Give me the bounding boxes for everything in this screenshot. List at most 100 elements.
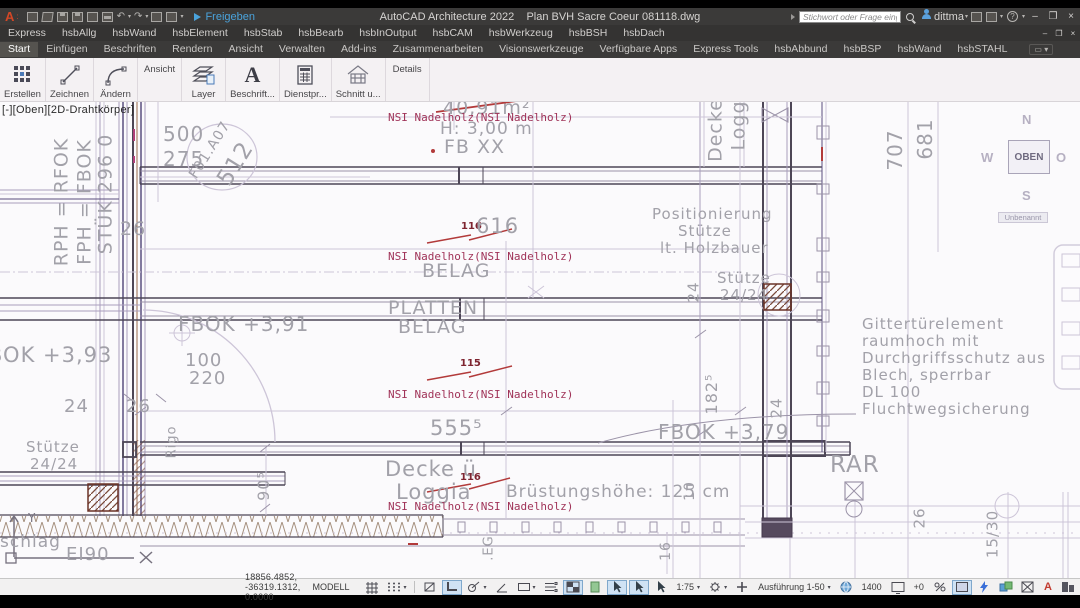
ribbon-panel-dienstpr[interactable]: Dienstpr...	[280, 58, 332, 101]
object-snap-tracking-toggle[interactable]: ▾	[514, 580, 539, 595]
ribbon-tab-hsbwand[interactable]: hsbWand	[889, 42, 949, 57]
viewcube-north[interactable]: N	[1022, 112, 1031, 127]
viewcube-layout-label[interactable]: Unbenannt	[998, 212, 1048, 223]
redo-caret-icon[interactable]: ▾	[145, 13, 148, 20]
snap-mode-toggle[interactable]: ▾	[384, 580, 409, 595]
ribbon-tab-express-tools[interactable]: Express Tools	[685, 42, 766, 57]
infer-constraints-toggle[interactable]	[420, 580, 440, 595]
polar-tracking-toggle[interactable]: ▾	[464, 580, 489, 595]
snap-tracking-toggle[interactable]	[541, 580, 561, 595]
model-space-button[interactable]: MODELL	[309, 580, 352, 595]
save-as-icon[interactable]	[72, 12, 83, 22]
viewcube-south[interactable]: S	[1022, 188, 1031, 203]
user-avatar-icon[interactable]	[922, 14, 931, 19]
menu-tab-hsbinoutput[interactable]: hsbInOutput	[351, 27, 424, 39]
viewcube-east[interactable]: O	[1056, 150, 1066, 165]
hardware-acceleration-toggle[interactable]	[952, 580, 972, 595]
doc-minimize-button[interactable]: –	[1038, 29, 1052, 38]
doc-restore-button[interactable]: ❐	[1052, 29, 1066, 38]
search-flyout-icon[interactable]	[791, 14, 795, 20]
annotation-visibility-toggle[interactable]: ▾	[705, 580, 730, 595]
user-caret-icon[interactable]: ▾	[965, 13, 968, 20]
ribbon-tab-beschriften[interactable]: Beschriften	[96, 42, 165, 57]
menu-tab-hsballg[interactable]: hsbAllg	[54, 27, 104, 39]
menu-tab-hsbelement[interactable]: hsbElement	[164, 27, 235, 39]
share-button[interactable]: Freigeben	[194, 11, 255, 23]
isolate-objects-button[interactable]: +0	[910, 580, 928, 595]
menu-tab-express[interactable]: Express	[0, 27, 54, 39]
dynamic-ucs-toggle[interactable]	[651, 580, 671, 595]
object-snap-toggle[interactable]	[563, 580, 583, 595]
color-theme-button[interactable]	[996, 580, 1016, 595]
undo-icon[interactable]: ↶	[117, 11, 125, 22]
ribbon-panel-ansicht[interactable]: Ansicht	[138, 58, 182, 101]
a360-caret-icon[interactable]: ▾	[1000, 13, 1003, 20]
ribbon-panel-ändern[interactable]: Ändern	[94, 58, 138, 101]
ribbon-tab-hsbabbund[interactable]: hsbAbbund	[766, 42, 835, 57]
ribbon-tab-start[interactable]: Start	[0, 42, 38, 57]
minimize-button[interactable]: –	[1026, 11, 1044, 22]
undo-caret-icon[interactable]: ▾	[128, 13, 131, 20]
ribbon-panel-erstellen[interactable]: Erstellen	[0, 58, 46, 101]
menu-tab-hsbbearb[interactable]: hsbBearb	[290, 27, 351, 39]
ortho-mode-toggle[interactable]	[442, 580, 462, 595]
viewcube-top-face[interactable]: OBEN	[1008, 140, 1050, 174]
ribbon-tab-rendern[interactable]: Rendern	[164, 42, 220, 57]
sheet-set-icon[interactable]	[151, 12, 162, 22]
ribbon-tab-verwalten[interactable]: Verwalten	[271, 42, 333, 57]
autoscale-toggle[interactable]	[732, 580, 752, 595]
help-caret-icon[interactable]: ▾	[1022, 13, 1025, 20]
grid-display-toggle[interactable]	[362, 580, 382, 595]
ribbon-tab-einfügen[interactable]: Einfügen	[38, 42, 95, 57]
ribbon-panel-schnittu[interactable]: Schnitt u...	[332, 58, 386, 101]
print-icon[interactable]	[102, 12, 113, 22]
layout-tools[interactable]	[1058, 580, 1078, 595]
autocad-notification[interactable]: A	[1040, 580, 1056, 595]
properties-icon[interactable]	[166, 12, 177, 22]
ribbon-panel-details[interactable]: Details	[386, 58, 430, 101]
ribbon-tab-hsbstahl[interactable]: hsbSTAHL	[949, 42, 1015, 57]
plot-icon[interactable]	[87, 12, 98, 22]
3d-object-snap-toggle[interactable]	[629, 580, 649, 595]
menu-tab-hsbstab[interactable]: hsbStab	[236, 27, 291, 39]
ribbon-panel-beschrift[interactable]: ABeschrift...	[226, 58, 280, 101]
xref-status[interactable]	[1018, 580, 1038, 595]
open-file-icon[interactable]	[41, 12, 53, 22]
restore-button[interactable]: ❐	[1044, 11, 1062, 22]
ribbon-tab-ansicht[interactable]: Ansicht	[220, 42, 270, 57]
graphics-performance-toggle[interactable]	[888, 580, 908, 595]
doc-close-button[interactable]: ×	[1066, 29, 1080, 38]
search-input[interactable]	[799, 11, 901, 23]
units-globe[interactable]	[836, 580, 856, 595]
ribbon-tab-visionswerkzeuge[interactable]: Visionswerkzeuge	[491, 42, 591, 57]
menu-tab-hsbwerkzeug[interactable]: hsbWerkzeug	[481, 27, 561, 39]
ribbon-tab-add-ins[interactable]: Add-ins	[333, 42, 385, 57]
app-store-icon[interactable]	[971, 12, 982, 22]
ribbon-tab-verfügbare-apps[interactable]: Verfügbare Apps	[592, 42, 686, 57]
help-icon[interactable]: ?	[1007, 11, 1018, 22]
ribbon-tab-zusammenarbeiten[interactable]: Zusammenarbeiten	[385, 42, 491, 57]
ribbon-collapse-button[interactable]: ▭ ▾	[1029, 44, 1053, 55]
autocad-logo-icon[interactable]: A	[5, 10, 14, 23]
viewport-controls-label[interactable]: [-][Oben][2D-Drahtkörper]	[2, 104, 134, 116]
redo-icon[interactable]: ↷	[134, 11, 142, 22]
save-icon[interactable]	[57, 12, 68, 22]
menu-tab-hsbcam[interactable]: hsbCAM	[425, 27, 481, 39]
qat-overflow-caret-icon[interactable]: ▾	[180, 13, 183, 20]
lineweight-toggle[interactable]	[585, 580, 605, 595]
drawing-canvas[interactable]: [-][Oben][2D-Drahtkörper] 500275F01.A075…	[0, 102, 1080, 578]
annotation-scale-control[interactable]: 1:75▾	[673, 580, 704, 595]
selection-cycling-toggle[interactable]	[607, 580, 627, 595]
menu-tab-hsbbsh[interactable]: hsbBSH	[561, 27, 616, 39]
object-visibility-pair[interactable]	[930, 580, 950, 595]
search-icon[interactable]	[906, 13, 914, 21]
close-button[interactable]: ×	[1062, 11, 1080, 22]
workspace-switcher[interactable]: Ausführung 1-50▾	[754, 580, 834, 595]
viewcube-west[interactable]: W	[981, 150, 993, 165]
annotation-count-badge[interactable]: 1400	[858, 580, 886, 595]
menu-tab-hsbdach[interactable]: hsbDach	[615, 27, 672, 39]
ribbon-panel-zeichnen[interactable]: Zeichnen	[46, 58, 94, 101]
isometric-drafting-toggle[interactable]	[492, 580, 512, 595]
new-file-icon[interactable]	[27, 12, 38, 22]
ribbon-tab-hsbbsp[interactable]: hsbBSP	[836, 42, 890, 57]
